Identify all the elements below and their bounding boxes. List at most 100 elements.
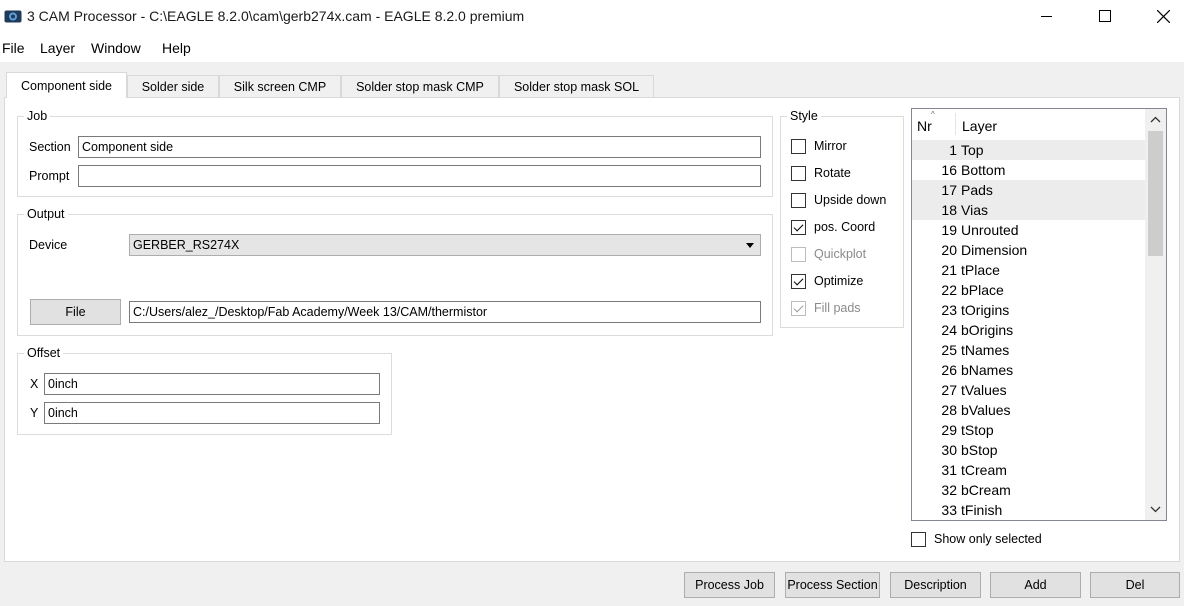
menu-file[interactable]: File bbox=[2, 40, 25, 56]
layer-row[interactable]: 18 Vias bbox=[912, 200, 1145, 220]
layer-list[interactable]: ^ Nr Layer 1 Top 16 Bottom 17 Pads 18 Vias 19 Unr… bbox=[911, 108, 1167, 521]
layer-row[interactable]: 17 Pads bbox=[912, 180, 1145, 200]
layer-number: 24 bbox=[941, 322, 957, 338]
tab-solder-stop-mask-cmp[interactable]: Solder stop mask CMP bbox=[341, 75, 499, 97]
layer-row[interactable]: 32 bCream bbox=[912, 480, 1145, 500]
fill-pads-checkbox: Fill pads bbox=[791, 299, 861, 317]
device-select[interactable]: GERBER_RS274X bbox=[129, 234, 761, 256]
add-button[interactable]: Add bbox=[990, 572, 1081, 598]
layer-name: tFinish bbox=[961, 502, 1003, 518]
layer-row[interactable]: 21 tPlace bbox=[912, 260, 1145, 280]
layer-row[interactable]: 16 Bottom bbox=[912, 160, 1145, 180]
layer-number: 25 bbox=[941, 342, 957, 358]
layer-name: bPlace bbox=[961, 282, 1004, 298]
mirror-checkbox[interactable]: Mirror bbox=[791, 137, 847, 155]
chevron-down-icon[interactable] bbox=[1149, 502, 1162, 516]
close-button[interactable] bbox=[1140, 0, 1184, 32]
layer-number: 17 bbox=[941, 182, 957, 198]
layer-row[interactable]: 33 tFinish bbox=[912, 500, 1145, 520]
tab-component-side[interactable]: Component side bbox=[6, 72, 127, 98]
layer-row[interactable]: 28 bValues bbox=[912, 400, 1145, 420]
upside-down-label: Upside down bbox=[814, 193, 887, 207]
optimize-label: Optimize bbox=[814, 274, 864, 288]
offset-x-input[interactable]: 0inch bbox=[44, 373, 380, 395]
layer-row[interactable]: 27 tValues bbox=[912, 380, 1145, 400]
layer-number: 33 bbox=[941, 502, 957, 518]
tab-solder-stop-mask-sol[interactable]: Solder stop mask SOL bbox=[499, 75, 654, 97]
layer-row[interactable]: 1 Top bbox=[912, 140, 1145, 160]
layer-rows: 1 Top 16 Bottom 17 Pads 18 Vias 19 Unrouted 20 Dime… bbox=[912, 140, 1145, 520]
checkbox-box bbox=[791, 246, 806, 262]
quickplot-label: Quickplot bbox=[814, 247, 867, 261]
tab-solder-side[interactable]: Solder side bbox=[127, 75, 219, 97]
tab-silk-screen-cmp[interactable]: Silk screen CMP bbox=[219, 75, 341, 97]
checkbox-box bbox=[791, 300, 806, 316]
layer-name: Top bbox=[961, 142, 984, 158]
layer-number: 18 bbox=[941, 202, 957, 218]
rotate-checkbox[interactable]: Rotate bbox=[791, 164, 851, 182]
layer-list-header: ^ Nr Layer bbox=[912, 109, 1145, 139]
layer-name: tValues bbox=[961, 382, 1007, 398]
chevron-up-icon[interactable] bbox=[1149, 113, 1162, 127]
layer-name: bStop bbox=[961, 442, 998, 458]
file-button[interactable]: File bbox=[30, 299, 121, 325]
column-header-layer[interactable]: Layer bbox=[962, 118, 997, 134]
column-header-nr[interactable]: Nr bbox=[917, 118, 932, 134]
layer-row[interactable]: 30 bStop bbox=[912, 440, 1145, 460]
menu-window[interactable]: Window bbox=[91, 40, 141, 56]
layer-name: Bottom bbox=[961, 162, 1006, 178]
job-group-title: Job bbox=[24, 109, 51, 123]
pos-coord-checkbox[interactable]: pos. Coord bbox=[791, 218, 875, 236]
section-label: Section bbox=[29, 140, 71, 154]
layer-name: bValues bbox=[961, 402, 1011, 418]
optimize-checkbox[interactable]: Optimize bbox=[791, 272, 863, 290]
offset-y-input[interactable]: 0inch bbox=[44, 402, 380, 424]
layer-name: Unrouted bbox=[961, 222, 1019, 238]
maximize-button[interactable] bbox=[1082, 0, 1128, 32]
process-job-button[interactable]: Process Job bbox=[684, 572, 775, 598]
layer-row[interactable]: 29 tStop bbox=[912, 420, 1145, 440]
section-input[interactable]: Component side bbox=[78, 136, 761, 158]
layer-name: tStop bbox=[961, 422, 994, 438]
menu-help[interactable]: Help bbox=[162, 40, 191, 56]
maximize-icon bbox=[1099, 10, 1111, 22]
layer-name: bNames bbox=[961, 362, 1014, 378]
layer-number: 27 bbox=[941, 382, 957, 398]
show-only-selected-checkbox[interactable]: Show only selected bbox=[911, 530, 1042, 548]
menu-layer[interactable]: Layer bbox=[40, 40, 75, 56]
layer-name: tNames bbox=[961, 342, 1010, 358]
checkbox-box bbox=[791, 273, 806, 289]
process-section-button[interactable]: Process Section bbox=[785, 572, 880, 598]
checkbox-box bbox=[791, 138, 806, 154]
quickplot-checkbox: Quickplot bbox=[791, 245, 866, 263]
description-button[interactable]: Description bbox=[890, 572, 981, 598]
file-path-input[interactable]: C:/Users/alez_/Desktop/Fab Academy/Week … bbox=[129, 301, 761, 323]
upside-down-checkbox[interactable]: Upside down bbox=[791, 191, 886, 209]
layer-row[interactable]: 19 Unrouted bbox=[912, 220, 1145, 240]
vertical-scrollbar[interactable] bbox=[1145, 109, 1166, 520]
column-separator bbox=[955, 113, 956, 135]
minimize-button[interactable] bbox=[1024, 0, 1070, 32]
layer-row[interactable]: 26 bNames bbox=[912, 360, 1145, 380]
layer-number: 21 bbox=[941, 262, 957, 278]
layer-row[interactable]: 24 bOrigins bbox=[912, 320, 1145, 340]
layer-number: 30 bbox=[941, 442, 957, 458]
layer-number: 22 bbox=[941, 282, 957, 298]
chevron-down-icon bbox=[746, 243, 754, 248]
layer-row[interactable]: 25 tNames bbox=[912, 340, 1145, 360]
layer-row[interactable]: 31 tCream bbox=[912, 460, 1145, 480]
layer-number: 1 bbox=[949, 142, 957, 158]
layer-row[interactable]: 20 Dimension bbox=[912, 240, 1145, 260]
layer-name: tCream bbox=[961, 462, 1007, 478]
del-button[interactable]: Del bbox=[1090, 572, 1180, 598]
layer-number: 28 bbox=[941, 402, 957, 418]
layer-row[interactable]: 23 tOrigins bbox=[912, 300, 1145, 320]
layer-row[interactable]: 22 bPlace bbox=[912, 280, 1145, 300]
offset-x-label: X bbox=[30, 377, 39, 391]
menu-bar: File Layer Window Help bbox=[0, 34, 1184, 62]
check-icon bbox=[793, 302, 804, 312]
window-title: 3 CAM Processor - C:\EAGLE 8.2.0\cam\ger… bbox=[27, 8, 525, 24]
scrollbar-thumb[interactable] bbox=[1148, 131, 1163, 256]
mirror-label: Mirror bbox=[814, 139, 847, 153]
prompt-input[interactable] bbox=[78, 165, 761, 187]
